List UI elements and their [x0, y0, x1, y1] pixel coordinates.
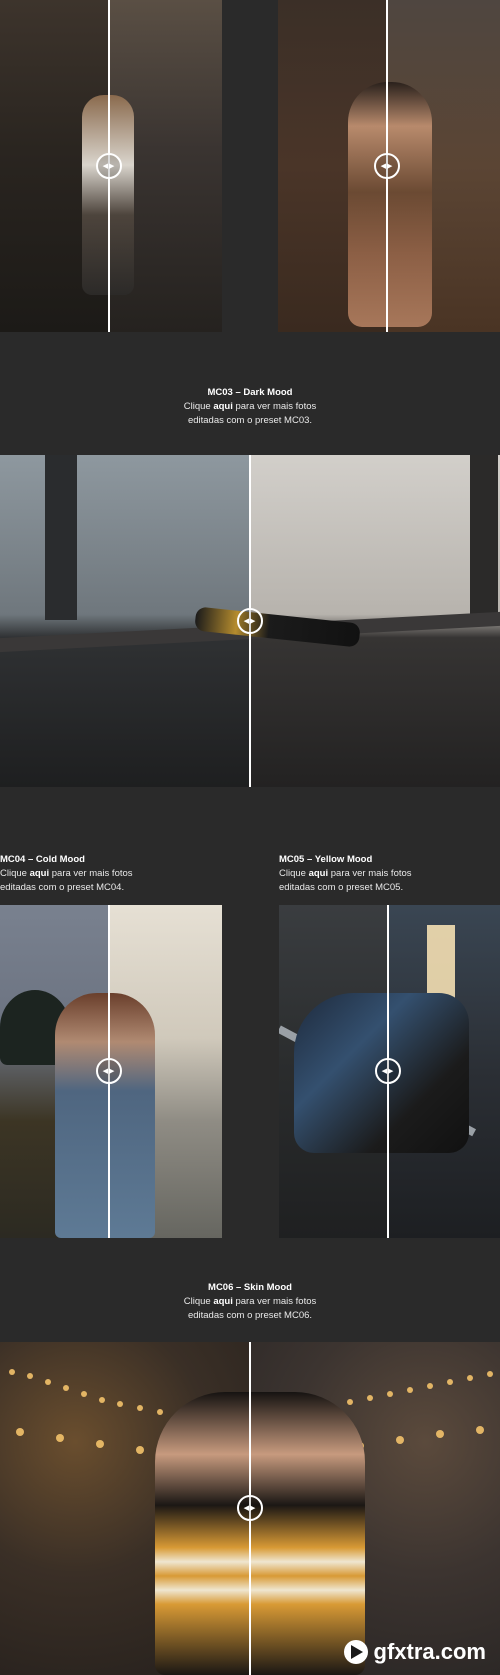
- comparison-handle[interactable]: ◀▶: [374, 153, 400, 179]
- before-after-mc06[interactable]: ◀▶: [0, 1342, 500, 1675]
- caption-link[interactable]: aqui: [30, 868, 50, 879]
- left-right-arrows-icon: ◀▶: [102, 1067, 116, 1075]
- left-right-arrows-icon: ◀▶: [381, 1067, 395, 1075]
- caption-text: Clique: [183, 1296, 214, 1307]
- comparison-handle[interactable]: ◀▶: [96, 1058, 122, 1084]
- caption-text: editadas com o preset MC05.: [279, 882, 404, 893]
- left-right-arrows-icon: ◀▶: [380, 162, 394, 170]
- comparison-handle[interactable]: ◀▶: [96, 153, 122, 179]
- before-after-mc04[interactable]: ◀▶: [0, 905, 222, 1238]
- caption-link[interactable]: aqui: [213, 401, 233, 412]
- caption-text: editadas com o preset MC04.: [0, 882, 125, 893]
- caption-text: para ver mais fotos: [232, 1296, 317, 1307]
- before-after-mc02-right[interactable]: ◀▶: [278, 0, 500, 332]
- left-right-arrows-icon: ◀▶: [243, 1504, 257, 1512]
- caption-mc06: MC06 – Skin Mood Clique aqui para ver ma…: [0, 1281, 500, 1323]
- before-after-mc02-left[interactable]: ◀▶: [0, 0, 222, 332]
- left-right-arrows-icon: ◀▶: [243, 617, 257, 625]
- pylon: [470, 455, 498, 620]
- caption-text: para ver mais fotos: [49, 868, 133, 879]
- caption-link[interactable]: aqui: [309, 868, 329, 879]
- caption-text: para ver mais fotos: [328, 868, 412, 879]
- caption-text: para ver mais fotos: [232, 401, 317, 412]
- comparison-handle[interactable]: ◀▶: [237, 1495, 263, 1521]
- caption-text: Clique: [183, 401, 214, 412]
- play-circle-icon: [343, 1640, 368, 1664]
- pylon: [45, 455, 77, 620]
- caption-mc04: MC04 – Cold Mood Clique aqui para ver ma…: [0, 853, 230, 895]
- before-after-mc05[interactable]: ◀▶: [279, 905, 500, 1238]
- comparison-handle[interactable]: ◀▶: [237, 608, 263, 634]
- caption-title: MC05 – Yellow Mood: [279, 854, 373, 865]
- subject-figure: [155, 1392, 365, 1675]
- caption-mc03: MC03 – Dark Mood Clique aqui para ver ma…: [0, 386, 500, 428]
- comparison-handle[interactable]: ◀▶: [375, 1058, 401, 1084]
- watermark: gfxtra.com: [343, 1639, 486, 1665]
- subject-figure: [55, 993, 155, 1238]
- subject-figure: [348, 82, 432, 327]
- caption-text: Clique: [0, 868, 30, 879]
- caption-title: MC06 – Skin Mood: [208, 1282, 292, 1293]
- before-after-mc03[interactable]: ◀▶: [0, 455, 500, 787]
- caption-link[interactable]: aqui: [213, 1296, 233, 1307]
- caption-mc05: MC05 – Yellow Mood Clique aqui para ver …: [279, 853, 499, 895]
- watermark-text: gfxtra.com: [373, 1639, 486, 1664]
- caption-title: MC03 – Dark Mood: [207, 387, 293, 398]
- caption-text: Clique: [279, 868, 309, 879]
- caption-text: editadas com o preset MC06.: [187, 1310, 313, 1321]
- caption-text: editadas com o preset MC03.: [187, 415, 313, 426]
- left-right-arrows-icon: ◀▶: [102, 162, 116, 170]
- caption-title: MC04 – Cold Mood: [0, 854, 85, 865]
